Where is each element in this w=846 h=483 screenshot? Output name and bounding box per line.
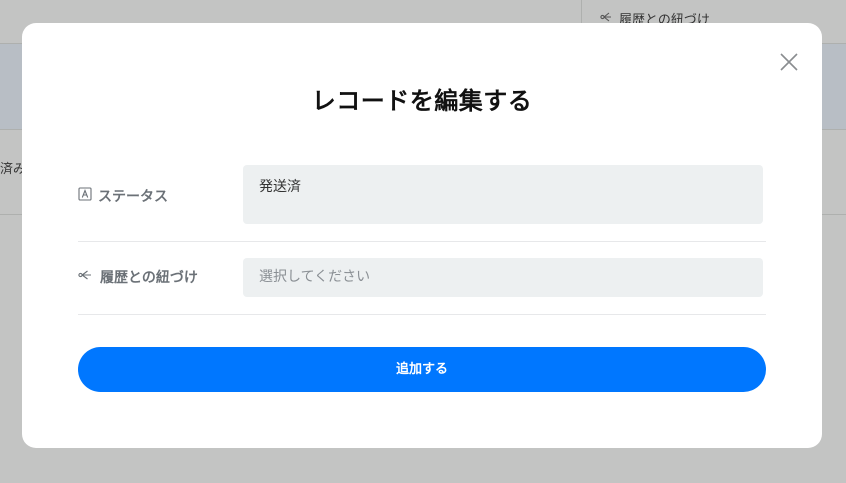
field-label-text: 履歴との紐づけ bbox=[100, 270, 198, 286]
close-button[interactable] bbox=[778, 51, 800, 73]
status-input[interactable]: 発送済 bbox=[243, 165, 763, 224]
modal-title: レコードを編集する bbox=[311, 87, 533, 115]
history-link-select[interactable]: 選択してください bbox=[243, 258, 763, 297]
link-relation-icon bbox=[78, 269, 94, 285]
field-label-status: ステータス bbox=[78, 186, 168, 206]
field-row-status: ステータス 発送済 bbox=[78, 164, 766, 242]
close-icon bbox=[780, 53, 798, 71]
text-field-icon bbox=[78, 187, 92, 205]
edit-record-modal: レコードを編集する ステータス 発送済 履歴との紐づけ 選択してください 追加す… bbox=[22, 23, 822, 448]
add-button[interactable]: 追加する bbox=[78, 347, 766, 392]
field-label-text: ステータス bbox=[98, 189, 168, 205]
field-row-history-link: 履歴との紐づけ 選択してください bbox=[78, 242, 766, 315]
field-label-history-link: 履歴との紐づけ bbox=[78, 267, 198, 287]
